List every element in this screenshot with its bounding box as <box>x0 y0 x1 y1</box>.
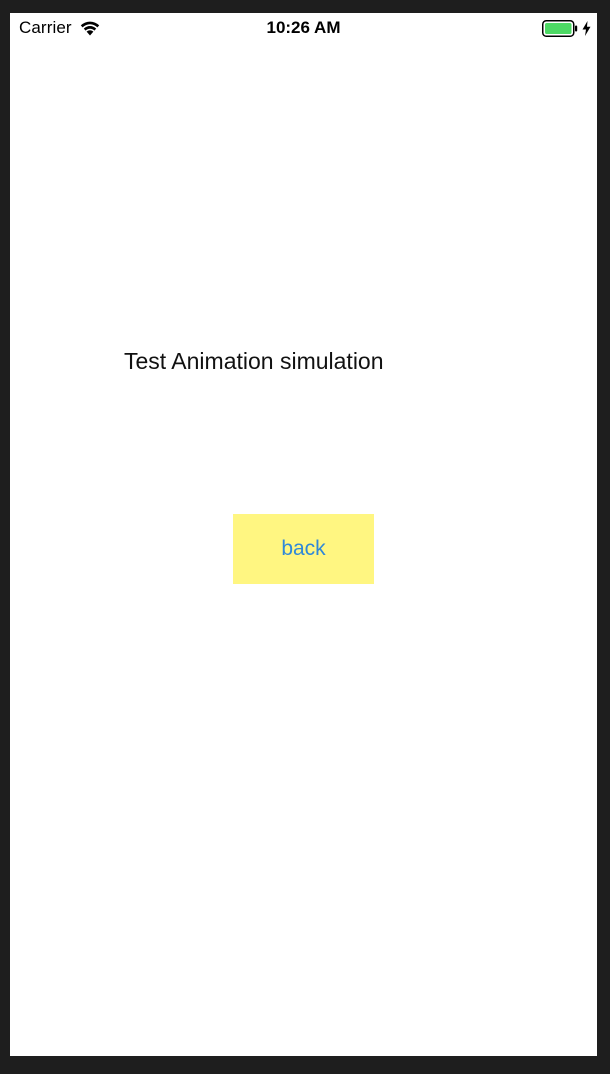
page-title: Test Animation simulation <box>124 348 384 374</box>
status-bar: Carrier 10:26 AM <box>10 13 597 43</box>
battery-group <box>542 19 591 37</box>
device-frame: Carrier 10:26 AM Test Animation simulati… <box>0 0 610 1074</box>
battery-icon <box>542 19 578 37</box>
status-time: 10:26 AM <box>266 18 341 37</box>
app-screen: Carrier 10:26 AM Test Animation simulati… <box>10 13 597 1056</box>
back-button[interactable]: back <box>233 514 374 584</box>
charging-bolt-icon <box>582 20 591 36</box>
